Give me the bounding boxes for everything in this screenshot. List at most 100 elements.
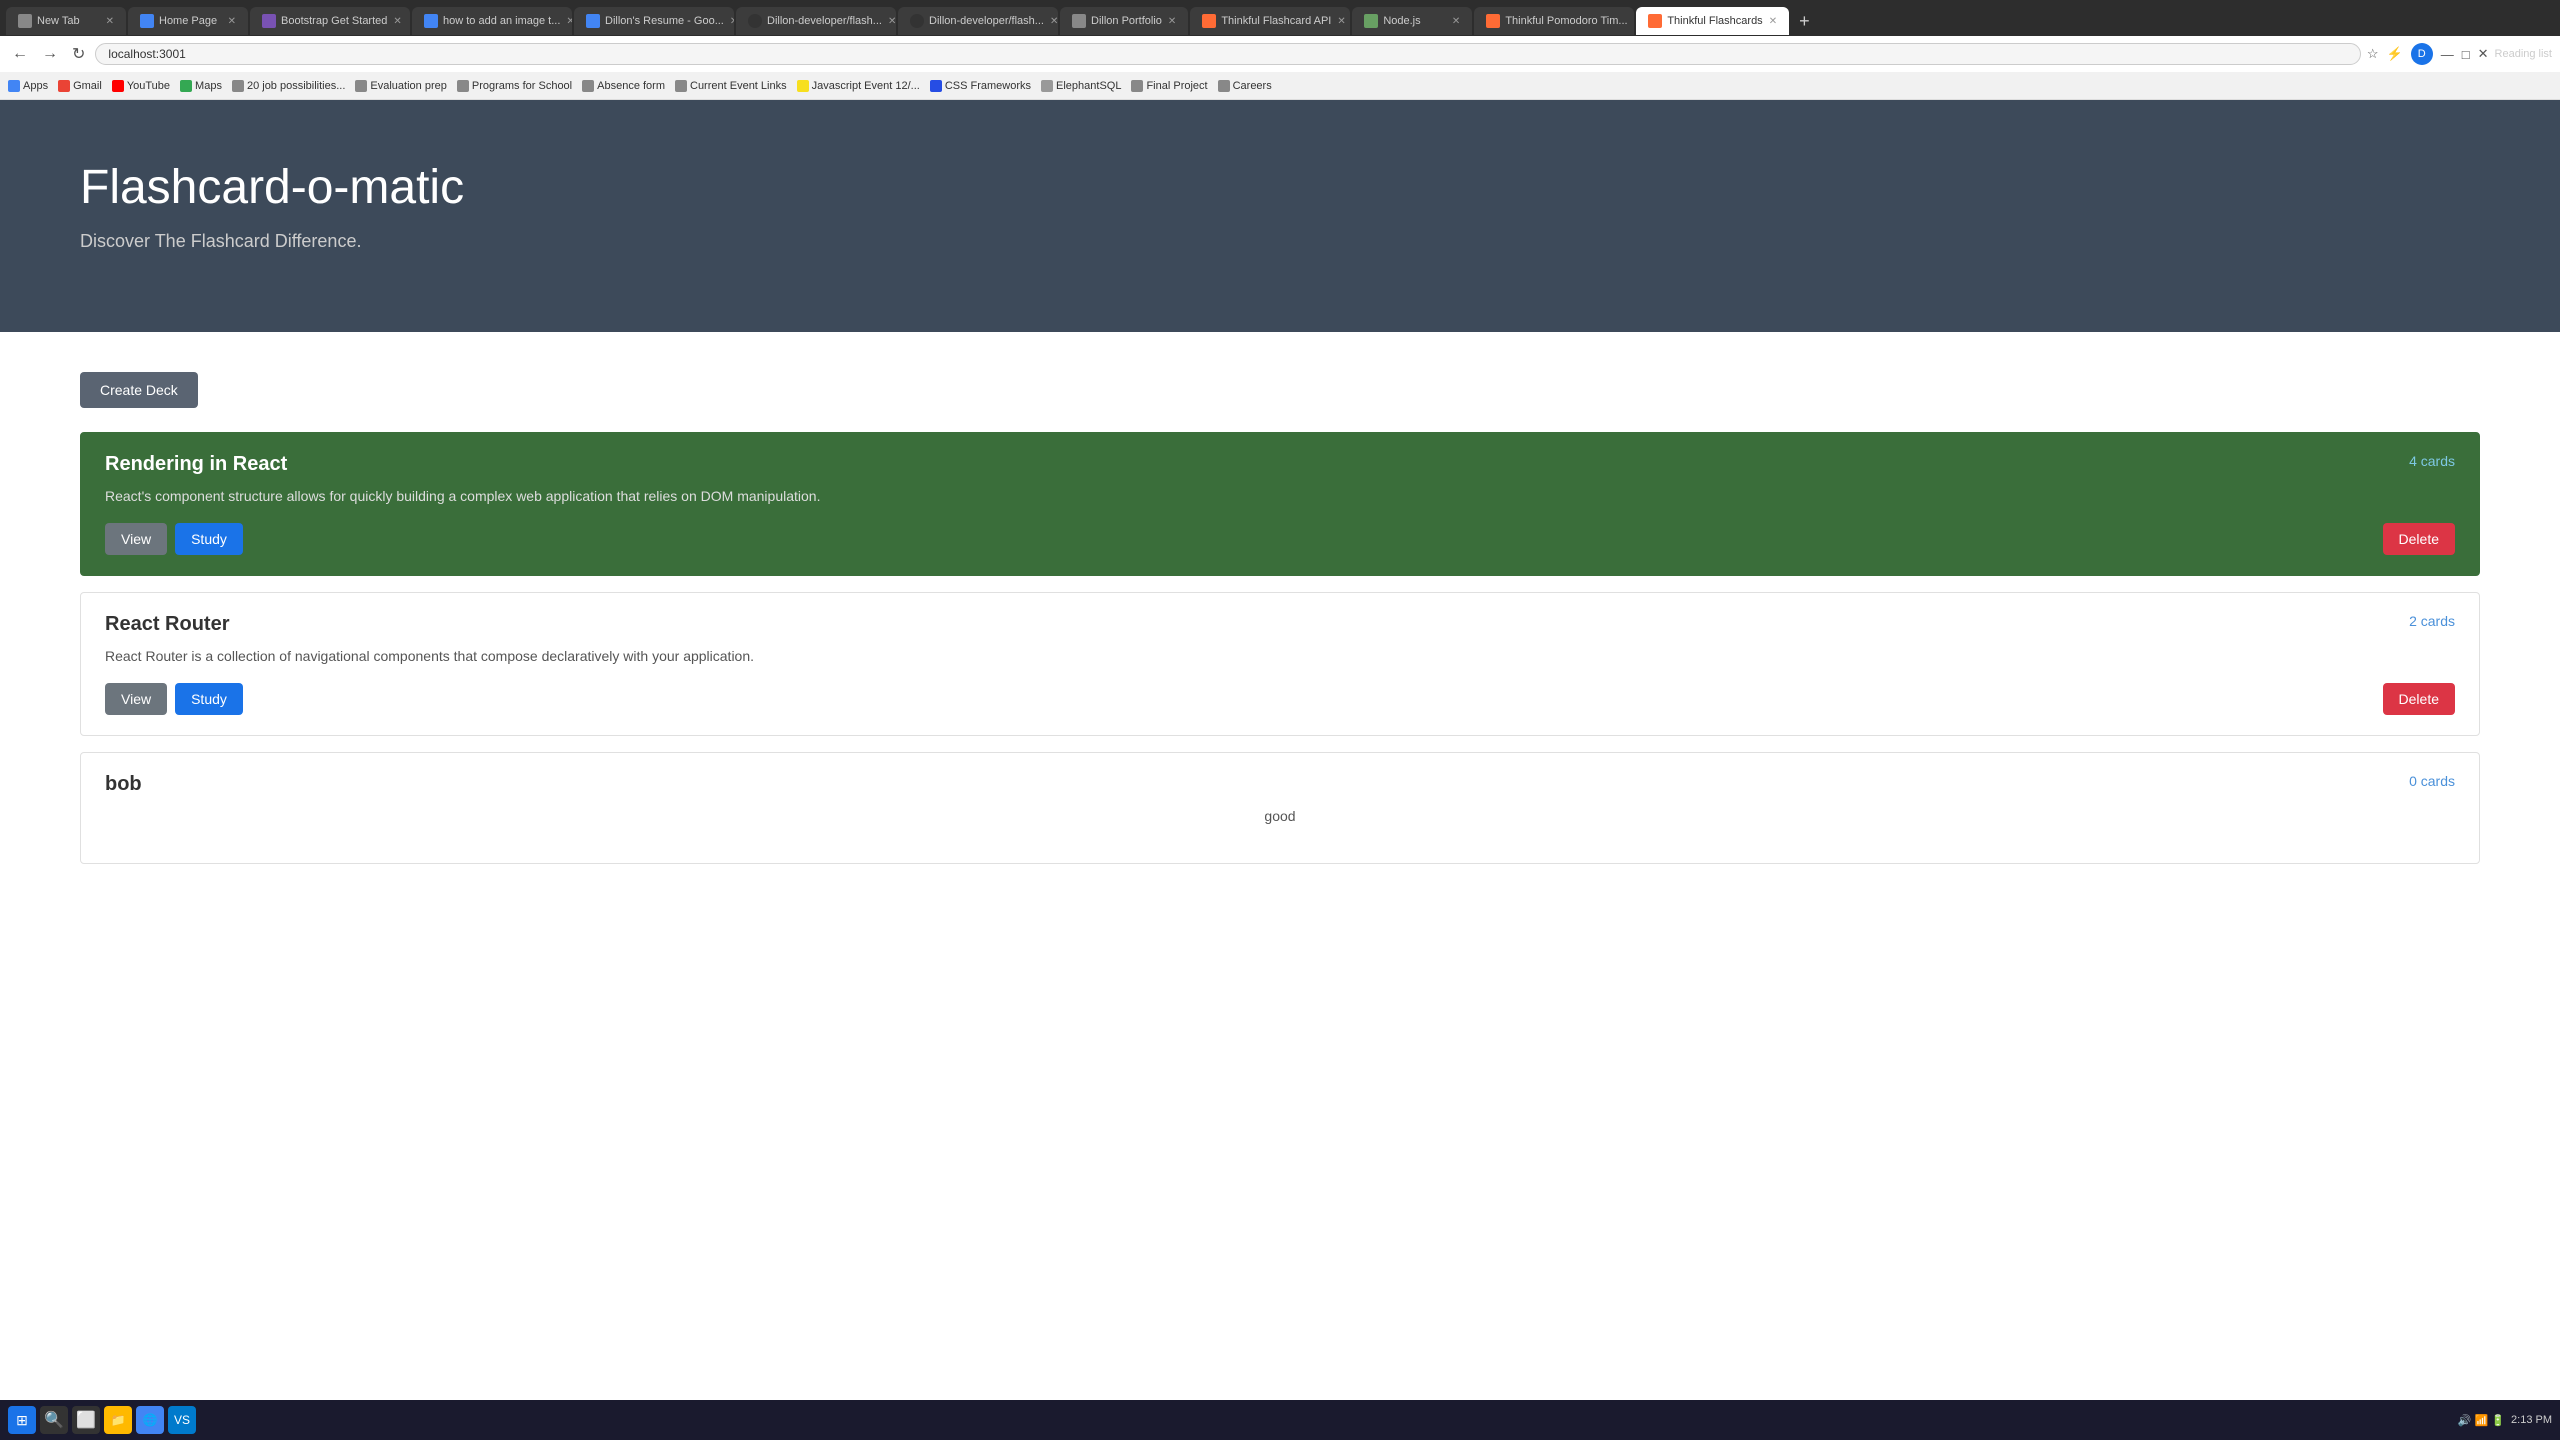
tab-close-icon[interactable]: ✕ (724, 16, 734, 27)
tab-icon (1072, 14, 1086, 28)
bookmark-elephantsql[interactable]: ElephantSQL (1041, 80, 1121, 92)
bookmark-jobs[interactable]: 20 job possibilities... (232, 80, 345, 92)
tab-icon (910, 14, 924, 28)
address-bar: ← → ↻ ☆ ⚡ D — □ ✕ Reading list (0, 36, 2560, 72)
bookmark-icon (1131, 80, 1143, 92)
bookmark-icon (797, 80, 809, 92)
task-view-button[interactable]: ⬜ (72, 1406, 100, 1434)
minimize-button[interactable]: — (2441, 47, 2454, 62)
hero-section: Flashcard-o-matic Discover The Flashcard… (0, 100, 2560, 332)
windows-start-button[interactable]: ⊞ (8, 1406, 36, 1434)
profile-icon[interactable]: D (2411, 43, 2433, 65)
tab-icon (1202, 14, 1216, 28)
search-taskbar-button[interactable]: 🔍 (40, 1406, 68, 1434)
create-deck-button[interactable]: Create Deck (80, 372, 198, 408)
tab-close-icon[interactable]: ✕ (1628, 16, 1635, 27)
tab-close-icon[interactable]: ✕ (1162, 16, 1176, 27)
tab-how-to-image[interactable]: how to add an image t... ✕ (412, 7, 572, 35)
study-button[interactable]: Study (175, 523, 243, 555)
tab-thinkful-flashcards[interactable]: Thinkful Flashcards ✕ (1636, 7, 1789, 35)
delete-button[interactable]: Delete (2383, 523, 2455, 555)
tab-github-flash2[interactable]: Dillon-developer/flash... ✕ (898, 7, 1058, 35)
bookmark-programs[interactable]: Programs for School (457, 80, 572, 92)
apps-icon (8, 80, 20, 92)
bookmark-css[interactable]: CSS Frameworks (930, 80, 1031, 92)
deck-header: Rendering in React 4 cards (105, 453, 2455, 476)
delete-button[interactable]: Delete (2383, 683, 2455, 715)
tab-close-icon[interactable]: ✕ (222, 16, 236, 27)
bookmark-apps[interactable]: Apps (8, 80, 48, 92)
tab-icon (1648, 14, 1662, 28)
url-input[interactable] (95, 43, 2361, 65)
tab-icon (586, 14, 600, 28)
view-button[interactable]: View (105, 683, 167, 715)
tab-portfolio[interactable]: Dillon Portfolio ✕ (1060, 7, 1188, 35)
bookmark-js-event[interactable]: Javascript Event 12/... (797, 80, 920, 92)
deck-description: good (105, 806, 2455, 827)
tab-pomodoro[interactable]: Thinkful Pomodoro Tim... ✕ (1474, 7, 1634, 35)
extension-icon[interactable]: ⚡ (2387, 46, 2403, 62)
bookmark-icon (930, 80, 942, 92)
bookmark-current-events[interactable]: Current Event Links (675, 80, 787, 92)
tab-close-icon[interactable]: ✕ (560, 16, 572, 27)
back-button[interactable]: ← (8, 43, 32, 65)
bookmark-icon (355, 80, 367, 92)
tab-new-tab[interactable]: New Tab ✕ (6, 7, 126, 35)
bookmark-youtube[interactable]: YouTube (112, 80, 170, 92)
tab-close-icon[interactable]: ✕ (882, 16, 896, 27)
youtube-icon (112, 80, 124, 92)
deck-actions: View Study Delete (105, 683, 2455, 715)
chrome-button[interactable]: 🌐 (136, 1406, 164, 1434)
deck-card-bob: bob 0 cards good (80, 752, 2480, 864)
tab-icon (262, 14, 276, 28)
app-subtitle: Discover The Flashcard Difference. (80, 231, 2480, 252)
bookmark-icon (582, 80, 594, 92)
deck-card-count: 0 cards (2409, 773, 2455, 789)
tab-icon (748, 14, 762, 28)
tab-github-flash1[interactable]: Dillon-developer/flash... ✕ (736, 7, 896, 35)
editor-button[interactable]: VS (168, 1406, 196, 1434)
forward-button[interactable]: → (38, 43, 62, 65)
system-tray: 🔊 📶 🔋 2:13 PM (2458, 1414, 2552, 1427)
bookmark-careers[interactable]: Careers (1218, 80, 1272, 92)
reading-list-button[interactable]: Reading list (2495, 48, 2552, 60)
tab-close-icon[interactable]: ✕ (1763, 16, 1777, 27)
tab-nodejs[interactable]: Node.js ✕ (1352, 7, 1472, 35)
tab-dillons-resume[interactable]: Dillon's Resume - Goo... ✕ (574, 7, 734, 35)
bookmarks-bar: Apps Gmail YouTube Maps 20 job possibili… (0, 72, 2560, 100)
tab-icon (1486, 14, 1500, 28)
study-button[interactable]: Study (175, 683, 243, 715)
main-content: Create Deck Rendering in React 4 cards R… (0, 332, 2560, 920)
deck-left-actions: View Study (105, 523, 243, 555)
tab-thinkful-api[interactable]: Thinkful Flashcard API ✕ (1190, 7, 1350, 35)
tab-close-icon[interactable]: ✕ (387, 16, 401, 27)
new-tab-button[interactable]: + (1791, 11, 1818, 32)
bookmark-maps[interactable]: Maps (180, 80, 222, 92)
star-icon[interactable]: ☆ (2367, 46, 2379, 62)
tab-close-icon[interactable]: ✕ (100, 16, 114, 27)
browser-actions: ☆ ⚡ D — □ ✕ (2367, 43, 2489, 65)
bookmark-eval-prep[interactable]: Evaluation prep (355, 80, 446, 92)
deck-card-inner: bob 0 cards good (81, 753, 2479, 863)
explorer-button[interactable]: 📁 (104, 1406, 132, 1434)
deck-card-count: 4 cards (2409, 453, 2455, 469)
deck-header: bob 0 cards (105, 773, 2455, 796)
tab-close-icon[interactable]: ✕ (1331, 16, 1345, 27)
deck-card-inner: Rendering in React 4 cards React's compo… (81, 433, 2479, 575)
tab-close-icon[interactable]: ✕ (1446, 16, 1460, 27)
reload-button[interactable]: ↻ (68, 42, 89, 66)
bookmark-gmail[interactable]: Gmail (58, 80, 102, 92)
taskbar-icons: ⊞ 🔍 ⬜ 📁 🌐 VS (8, 1406, 196, 1434)
tray-icons: 🔊 📶 🔋 (2458, 1414, 2505, 1427)
bookmark-absence-form[interactable]: Absence form (582, 80, 665, 92)
bookmark-final-project[interactable]: Final Project (1131, 80, 1207, 92)
taskbar: ⊞ 🔍 ⬜ 📁 🌐 VS 🔊 📶 🔋 2:13 PM (0, 1400, 2560, 1440)
restore-button[interactable]: □ (2462, 47, 2470, 62)
view-button[interactable]: View (105, 523, 167, 555)
tab-home-page[interactable]: Home Page ✕ (128, 7, 248, 35)
tab-bootstrap[interactable]: Bootstrap Get Started ✕ (250, 7, 410, 35)
tab-icon (1364, 14, 1378, 28)
tab-close-icon[interactable]: ✕ (1044, 16, 1058, 27)
close-button[interactable]: ✕ (2478, 46, 2489, 62)
deck-card-inner: React Router 2 cards React Router is a c… (81, 593, 2479, 735)
